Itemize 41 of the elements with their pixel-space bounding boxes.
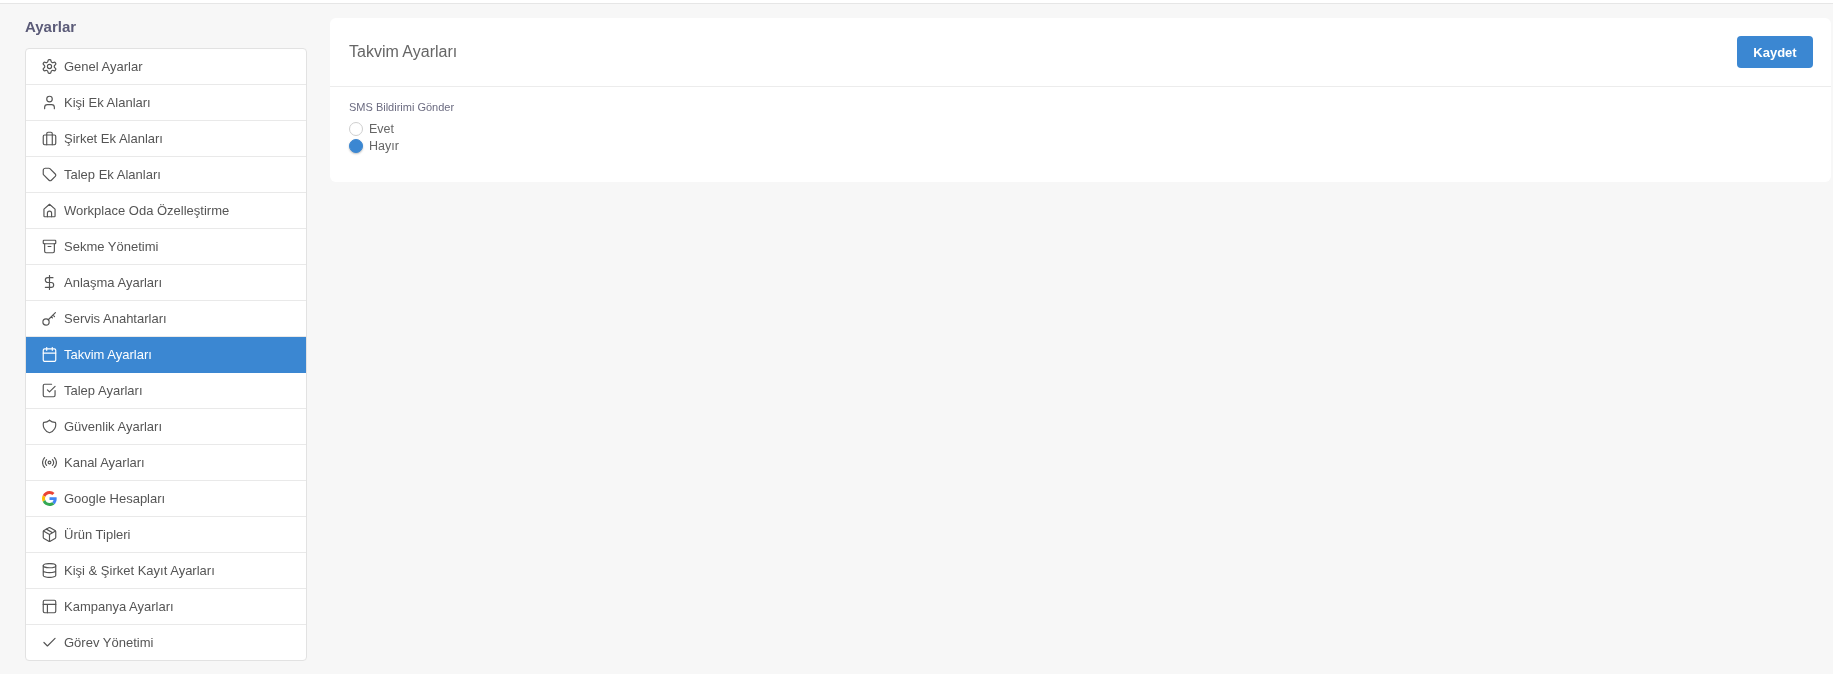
sidebar-item[interactable]: Workplace Oda Özelleştirme xyxy=(26,193,306,229)
page-title: Ayarlar xyxy=(25,18,77,36)
archive-box-icon xyxy=(42,239,57,254)
layout-icon xyxy=(42,599,57,614)
cube-icon xyxy=(42,527,57,542)
sidebar-item[interactable]: Görev Yönetimi xyxy=(26,625,306,660)
radio-button[interactable] xyxy=(349,121,363,136)
shield-icon xyxy=(42,419,57,434)
radio-label[interactable]: Evet xyxy=(369,121,394,136)
sidebar-item[interactable]: Talep Ayarları xyxy=(26,373,306,409)
sidebar-item[interactable]: Güvenlik Ayarları xyxy=(26,409,306,445)
key-icon xyxy=(42,311,57,326)
checkbox-icon xyxy=(42,383,57,398)
field-label: SMS Bildirimi Gönder xyxy=(349,100,455,114)
radio-button[interactable] xyxy=(349,138,363,153)
sidebar-item[interactable]: Kampanya Ayarları xyxy=(26,589,306,625)
save-button[interactable]: Kaydet xyxy=(1737,36,1813,68)
g-logo-icon xyxy=(42,491,57,506)
sidebar-item[interactable]: Anlaşma Ayarları xyxy=(26,265,306,301)
sidebar-item[interactable]: Google Hesapları xyxy=(26,481,306,517)
house-icon xyxy=(42,203,57,218)
person-icon xyxy=(42,95,57,110)
sidebar-item[interactable]: Kişi & Şirket Kayıt Ayarları xyxy=(26,553,306,589)
sidebar-item[interactable]: Genel Ayarlar xyxy=(26,49,306,85)
sidebar-item[interactable]: Sekme Yönetimi xyxy=(26,229,306,265)
sidebar-item[interactable]: Takvim Ayarları xyxy=(26,337,306,373)
radio-label[interactable]: Hayır xyxy=(369,138,399,153)
briefcase-icon xyxy=(42,131,57,146)
panel-title: Takvim Ayarları xyxy=(349,43,458,61)
sidebar-item[interactable]: Kanal Ayarları xyxy=(26,445,306,481)
database-icon xyxy=(42,563,57,578)
checkmark-icon xyxy=(42,635,57,650)
sidebar-item[interactable]: Kişi Ek Alanları xyxy=(26,85,306,121)
calendar-icon xyxy=(42,347,57,362)
gear-icon xyxy=(42,59,57,74)
sidebar-item[interactable]: Talep Ek Alanları xyxy=(26,157,306,193)
dollar-icon xyxy=(42,275,57,290)
tag-icon xyxy=(42,167,57,182)
sidebar-item[interactable]: Ürün Tipleri xyxy=(26,517,306,553)
broadcast-icon xyxy=(42,455,57,470)
sidebar-item[interactable]: Şirket Ek Alanları xyxy=(26,121,306,157)
